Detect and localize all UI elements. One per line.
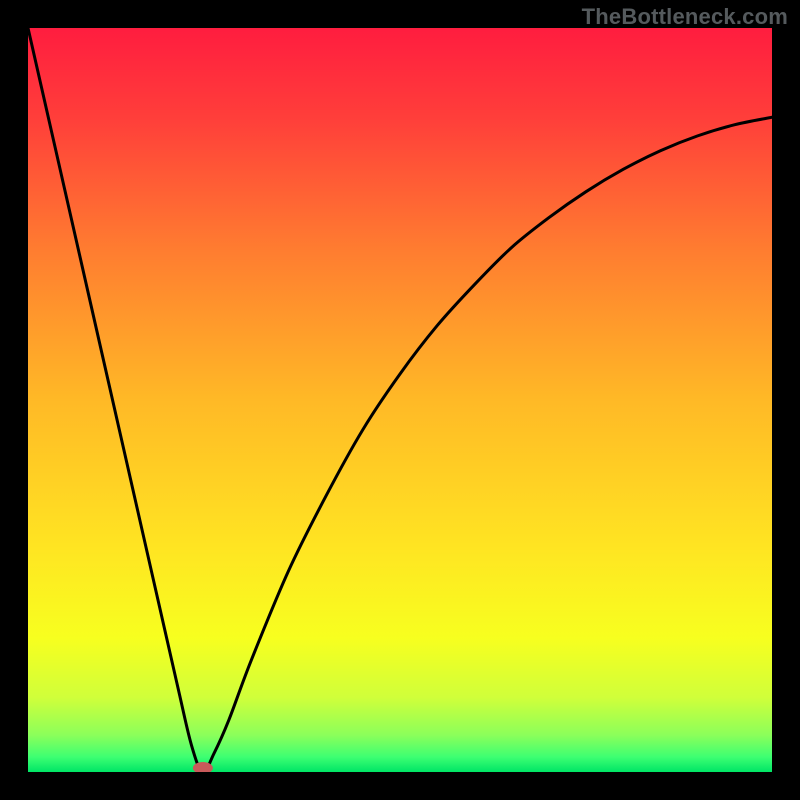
chart-frame: TheBottleneck.com [0,0,800,800]
bottleneck-chart [28,28,772,772]
watermark-label: TheBottleneck.com [582,4,788,30]
gradient-background [28,28,772,772]
plot-area [28,28,772,772]
